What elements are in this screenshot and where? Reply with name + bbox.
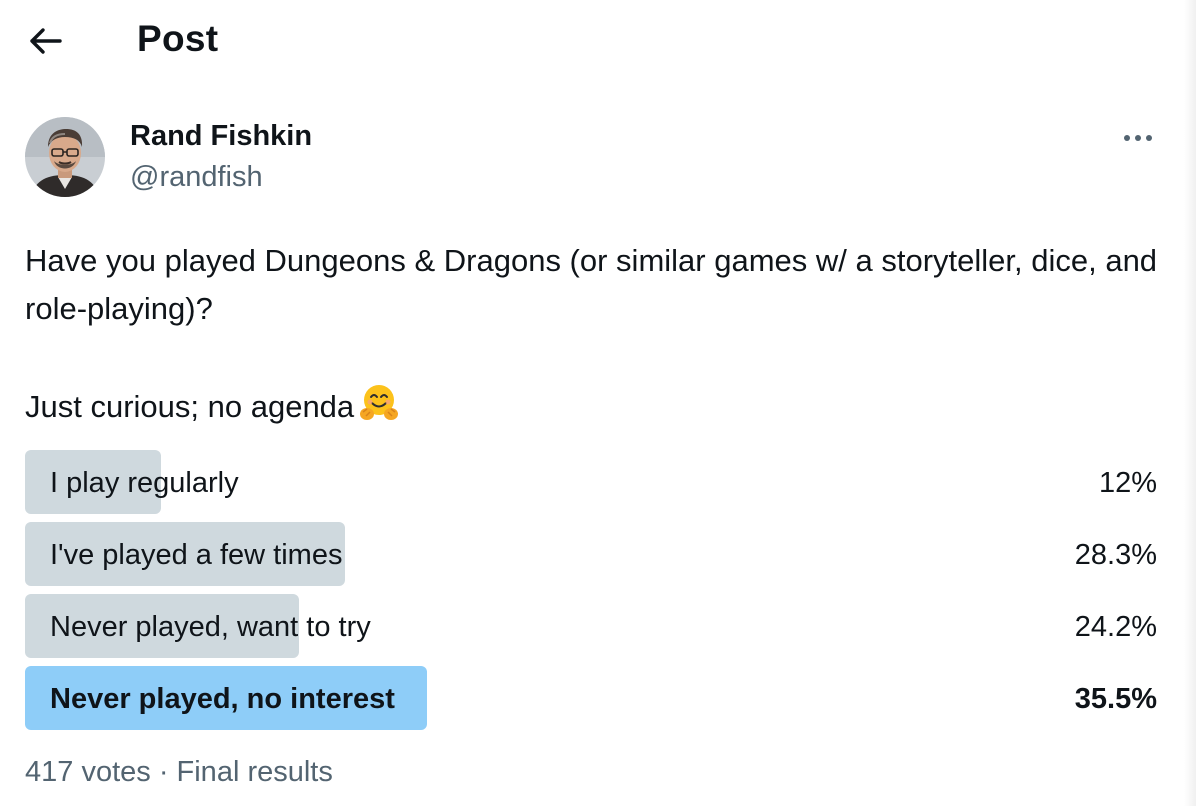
poll-option-percent: 12% [1098,467,1157,499]
post-text-note: Just curious; no agenda [25,381,1175,431]
post-text: Have you played Dungeons & Dragons (or s… [25,237,1175,431]
ellipsis-icon [1124,135,1152,141]
right-edge-shadow [1184,0,1196,806]
post-text-question: Have you played Dungeons & Dragons (or s… [25,243,1158,326]
back-button[interactable] [22,20,70,62]
poll-option-label: Never played, no interest [50,683,395,715]
poll-option-winner: Never played, no interest 35.5% [25,666,1157,730]
author-handle[interactable]: @randfish [130,161,263,194]
poll-option-percent: 35.5% [1074,683,1157,715]
poll-option-percent: 28.3% [1074,539,1157,571]
poll: I play regularly 12% I've played a few t… [25,450,1157,738]
poll-option: Never played, want to try 24.2% [25,594,1157,658]
poll-option-label: Never played, want to try [50,611,371,643]
poll-option-label: I've played a few times [50,539,343,571]
poll-option-percent: 24.2% [1074,611,1157,643]
more-options-button[interactable] [1118,124,1158,152]
page-title: Post [137,18,219,59]
poll-option-label: I play regularly [50,467,239,499]
avatar[interactable] [25,117,105,197]
poll-option: I play regularly 12% [25,450,1157,514]
post-text-note-text: Just curious; no agenda [25,389,355,424]
poll-footer: 417 votes · Final results [25,756,333,788]
poll-option: I've played a few times 28.3% [25,522,1157,586]
author-name[interactable]: Rand Fishkin [130,120,312,153]
hugging-face-emoji [360,385,399,420]
arrow-left-icon [30,28,62,54]
